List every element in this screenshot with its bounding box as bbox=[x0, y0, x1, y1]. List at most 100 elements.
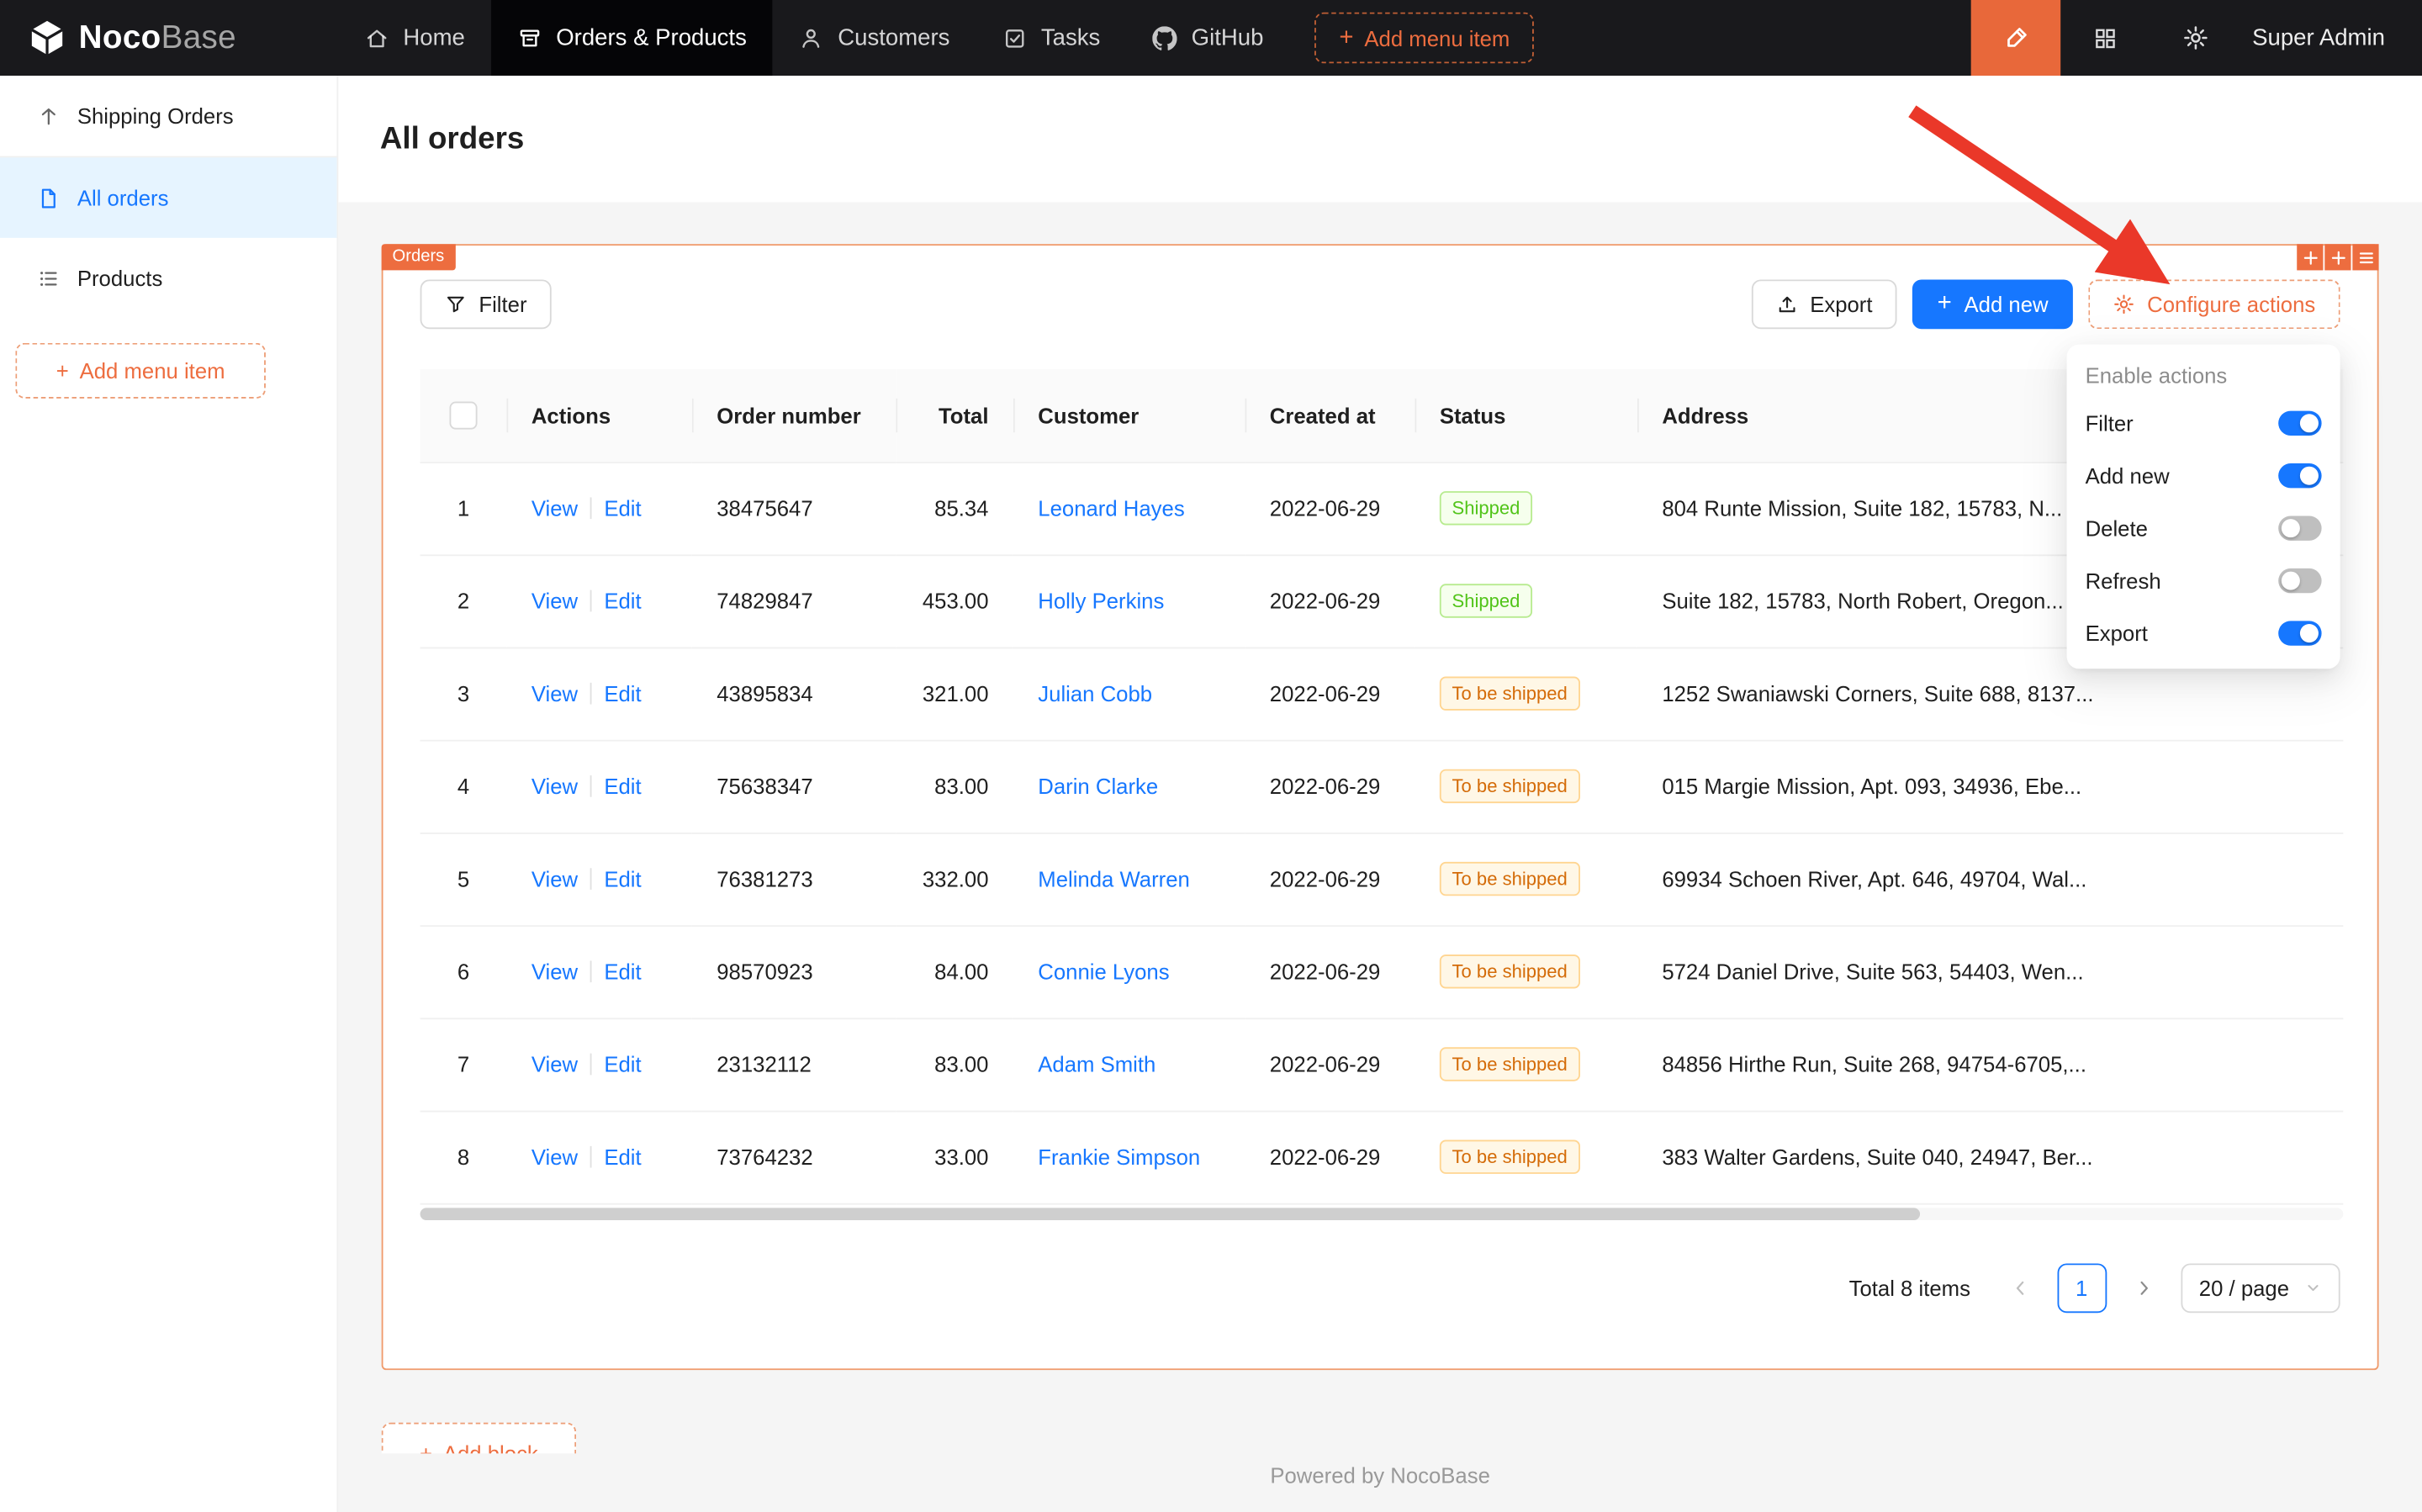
customer-link[interactable]: Holly Perkins bbox=[1038, 589, 1164, 613]
view-link[interactable]: View bbox=[531, 774, 578, 798]
divider bbox=[590, 960, 592, 982]
customer-link[interactable]: Julian Cobb bbox=[1038, 681, 1152, 706]
status-cell: Shipped bbox=[1415, 462, 1637, 554]
toggle-switch[interactable] bbox=[2278, 568, 2321, 593]
total-cell: 83.00 bbox=[896, 740, 1013, 833]
nav-item-github[interactable]: GitHub bbox=[1126, 0, 1289, 76]
settings-gear-button[interactable] bbox=[2150, 0, 2240, 76]
orders-icon bbox=[517, 25, 542, 50]
page-number-1[interactable]: 1 bbox=[2057, 1263, 2107, 1313]
toggle-switch[interactable] bbox=[2278, 621, 2321, 645]
order-number-cell: 43895834 bbox=[692, 648, 896, 740]
customer-link[interactable]: Darin Clarke bbox=[1038, 774, 1158, 798]
view-link[interactable]: View bbox=[531, 866, 578, 891]
block-corner-menu-icon[interactable] bbox=[2352, 244, 2378, 270]
status-badge: To be shipped bbox=[1440, 954, 1580, 988]
select-all-checkbox[interactable] bbox=[449, 401, 477, 429]
nav-item-tasks[interactable]: Tasks bbox=[976, 0, 1127, 76]
prev-page-button[interactable] bbox=[1995, 1263, 2044, 1313]
nav-item-home[interactable]: Home bbox=[338, 0, 491, 76]
add-new-button[interactable]: + Add new bbox=[1912, 279, 2073, 329]
enable-action-export[interactable]: Export bbox=[2067, 607, 2340, 659]
address-cell: 69934 Schoen River, Apt. 646, 49704, Wal… bbox=[1637, 833, 2343, 925]
edit-link[interactable]: Edit bbox=[604, 866, 641, 891]
edit-link[interactable]: Edit bbox=[604, 681, 641, 706]
tasks-icon bbox=[1002, 25, 1027, 50]
filter-button[interactable]: Filter bbox=[420, 279, 552, 329]
order-number-cell: 73764232 bbox=[692, 1111, 896, 1203]
actions-cell: View Edit bbox=[506, 740, 691, 833]
customer-link[interactable]: Adam Smith bbox=[1038, 1052, 1155, 1076]
toggle-switch[interactable] bbox=[2278, 411, 2321, 436]
gear-icon bbox=[2182, 24, 2208, 50]
block-label: Orders bbox=[382, 244, 455, 270]
navbar-add-menu-item-button[interactable]: + Add menu item bbox=[1314, 13, 1535, 64]
logo-text-noco: Noco bbox=[79, 19, 161, 55]
home-icon bbox=[364, 25, 389, 50]
edit-link[interactable]: Edit bbox=[604, 774, 641, 798]
nav-item-customers[interactable]: Customers bbox=[773, 0, 976, 76]
sidebar-add-menu-item-button[interactable]: + Add menu item bbox=[15, 343, 266, 399]
sidebar-item-all-orders[interactable]: All orders bbox=[0, 157, 336, 238]
view-link[interactable]: View bbox=[531, 960, 578, 984]
next-page-button[interactable] bbox=[2118, 1263, 2168, 1313]
enable-action-add-new[interactable]: Add new bbox=[2067, 449, 2340, 501]
export-button[interactable]: Export bbox=[1751, 279, 1897, 329]
edit-link[interactable]: Edit bbox=[604, 496, 641, 521]
add-block-button[interactable]: + Add block bbox=[382, 1422, 576, 1453]
customer-link[interactable]: Frankie Simpson bbox=[1038, 1145, 1200, 1169]
enable-action-refresh[interactable]: Refresh bbox=[2067, 554, 2340, 606]
add-icon bbox=[2329, 248, 2347, 267]
top-navbar: NocoBase HomeOrders & ProductsCustomersT… bbox=[0, 0, 2422, 76]
plugin-manager-button[interactable] bbox=[2060, 0, 2150, 76]
filter-funnel-icon bbox=[445, 293, 467, 315]
sidebar-items: Shipping OrdersAll ordersProducts bbox=[0, 76, 336, 318]
sidebar: Shipping OrdersAll ordersProducts + Add … bbox=[0, 76, 338, 1512]
file-icon bbox=[37, 186, 61, 209]
chevron-left-icon bbox=[2011, 1278, 2029, 1297]
created-at-cell: 2022-06-29 bbox=[1245, 740, 1415, 833]
block-corner-add-icon[interactable] bbox=[2297, 244, 2323, 270]
customer-cell: Leonard Hayes bbox=[1013, 462, 1245, 554]
arrow-up-icon bbox=[37, 104, 61, 128]
add-new-button-label: Add new bbox=[1965, 292, 2049, 316]
divider bbox=[590, 868, 592, 890]
sidebar-item-shipping-orders[interactable]: Shipping Orders bbox=[0, 76, 336, 157]
nav-items: HomeOrders & ProductsCustomersTasksGitHu… bbox=[338, 0, 1289, 76]
toggle-switch[interactable] bbox=[2278, 515, 2321, 540]
enable-action-filter[interactable]: Filter bbox=[2067, 397, 2340, 449]
nav-item-orders-products[interactable]: Orders & Products bbox=[491, 0, 773, 76]
actions-cell: View Edit bbox=[506, 925, 691, 1018]
orders-table-block: Orders Filter Export bbox=[382, 244, 2379, 1369]
customer-link[interactable]: Melinda Warren bbox=[1038, 866, 1190, 891]
divider bbox=[590, 775, 592, 797]
page-size-select[interactable]: 20 / page bbox=[2181, 1263, 2340, 1313]
table-row: 7ViewEdit2313211283.00Adam Smith2022-06-… bbox=[420, 1018, 2344, 1110]
view-link[interactable]: View bbox=[531, 681, 578, 706]
block-corner-add-icon[interactable] bbox=[2324, 244, 2351, 270]
total-cell: 85.34 bbox=[896, 462, 1013, 554]
sidebar-item-products[interactable]: Products bbox=[0, 238, 336, 319]
scrollbar-thumb[interactable] bbox=[420, 1207, 1921, 1219]
row-index-cell: 2 bbox=[420, 554, 507, 647]
header-row: ActionsOrder numberTotalCustomerCreated … bbox=[420, 369, 2344, 462]
enable-action-delete[interactable]: Delete bbox=[2067, 502, 2340, 554]
view-link[interactable]: View bbox=[531, 1145, 578, 1169]
select-all-header-cell bbox=[420, 369, 507, 462]
row-index-cell: 1 bbox=[420, 462, 507, 554]
user-menu[interactable]: Super Admin bbox=[2240, 0, 2422, 76]
edit-link[interactable]: Edit bbox=[604, 1052, 641, 1076]
configure-actions-button[interactable]: Configure actions bbox=[2088, 279, 2340, 329]
customer-link[interactable]: Leonard Hayes bbox=[1038, 496, 1184, 521]
edit-link[interactable]: Edit bbox=[604, 589, 641, 613]
view-link[interactable]: View bbox=[531, 589, 578, 613]
toggle-switch[interactable] bbox=[2278, 463, 2321, 488]
ui-editor-button[interactable] bbox=[1971, 0, 2061, 76]
customer-link[interactable]: Connie Lyons bbox=[1038, 960, 1169, 984]
order-number-cell: 23132112 bbox=[692, 1018, 896, 1110]
actions-cell: View Edit bbox=[506, 554, 691, 647]
edit-link[interactable]: Edit bbox=[604, 960, 641, 984]
view-link[interactable]: View bbox=[531, 496, 578, 521]
edit-link[interactable]: Edit bbox=[604, 1145, 641, 1169]
view-link[interactable]: View bbox=[531, 1052, 578, 1076]
